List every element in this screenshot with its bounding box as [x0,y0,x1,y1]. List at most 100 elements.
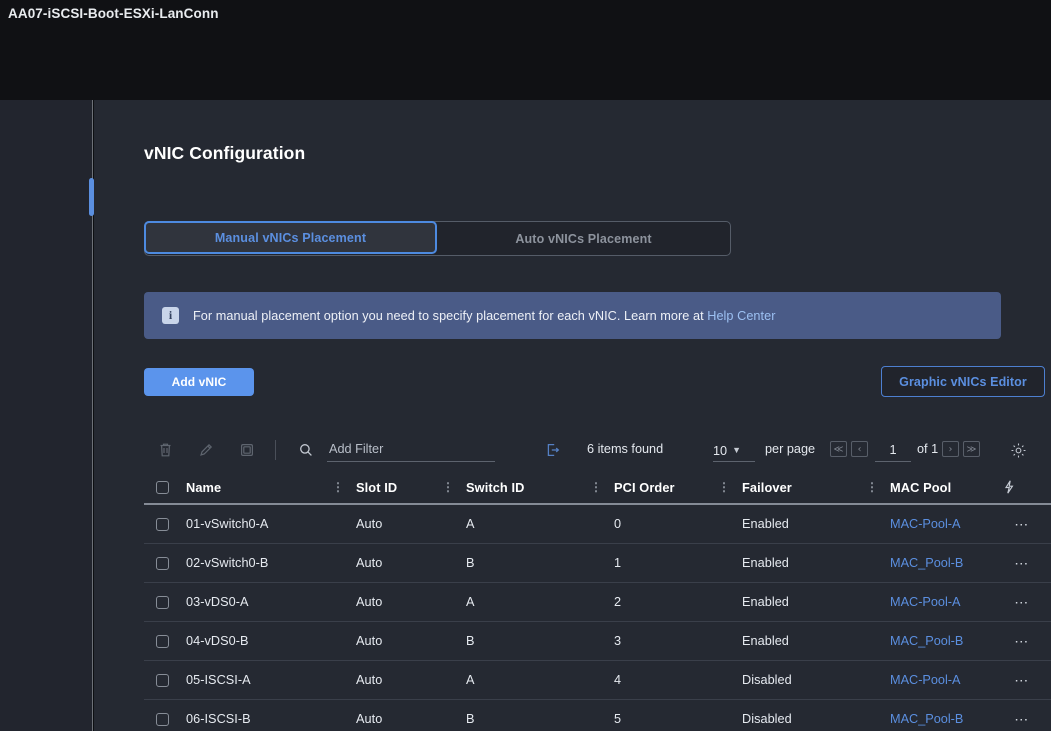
cell-mac-pool: MAC_Pool-B [890,554,1002,572]
mac-pool-link[interactable]: MAC-Pool-A [890,673,961,687]
cell-name: 06-ISCSI-B [186,712,251,726]
mac-pool-link[interactable]: MAC-Pool-A [890,517,961,531]
cell-switch-id: A [466,673,475,687]
info-banner-text: For manual placement option you need to … [193,309,775,323]
chevron-down-icon: ▼ [732,445,742,455]
row-checkbox[interactable] [156,595,169,609]
row-checkbox[interactable] [156,712,169,726]
total-pages-label: of 1 [917,442,939,456]
ellipsis-icon[interactable]: ⋯ [1014,673,1029,687]
cell-failover: Enabled [742,595,789,609]
search-icon[interactable] [293,437,319,463]
table-header-row: Name ⋮ Slot ID ⋮ Switch ID ⋮ PCI Order ⋮… [144,471,1051,505]
per-page-label: per page [765,442,816,456]
select-all-checkbox[interactable] [156,480,169,494]
ellipsis-icon[interactable]: ⋯ [1014,712,1029,726]
vnic-table: Name ⋮ Slot ID ⋮ Switch ID ⋮ PCI Order ⋮… [144,471,1051,731]
row-checkbox[interactable] [156,634,169,648]
filter-input[interactable] [327,439,495,462]
column-header-name[interactable]: Name ⋮ [186,480,356,495]
ellipsis-icon[interactable]: ⋯ [1014,634,1029,648]
trash-icon[interactable] [152,437,178,463]
row-checkbox[interactable] [156,673,169,687]
column-resize-handle[interactable]: ⋮ [866,481,878,493]
cell-slot-id: Auto [356,517,383,531]
column-header-failover[interactable]: Failover ⋮ [742,480,890,495]
graphic-vnics-editor-button[interactable]: Graphic vNICs Editor [881,366,1045,397]
column-header-slot-id[interactable]: Slot ID ⋮ [356,480,466,495]
first-page-button[interactable]: ≪ [830,441,847,457]
row-select-cell [144,556,186,570]
column-header-switch-id[interactable]: Switch ID ⋮ [466,480,614,495]
cell-slot-id: Auto [356,556,383,570]
cell-name: 05-ISCSI-A [186,673,251,687]
column-header-mac-pool[interactable]: MAC Pool [890,480,1002,495]
per-page-value: 10 [713,443,728,458]
add-vnic-button[interactable]: Add vNIC [144,368,254,396]
cell-mac-pool: MAC-Pool-A [890,593,1002,611]
column-header-pci-order[interactable]: PCI Order ⋮ [614,480,742,495]
mac-pool-link[interactable]: MAC_Pool-B [890,712,963,726]
last-page-button[interactable]: ≫ [963,441,980,457]
mac-pool-link[interactable]: MAC_Pool-B [890,634,963,648]
table-row[interactable]: 06-ISCSI-B Auto B 5 Disabled MAC_Pool-B ⋯ [144,700,1051,731]
table-row[interactable]: 01-vSwitch0-A Auto A 0 Enabled MAC-Pool-A ⋯ [144,505,1051,544]
column-header-mac-pool-label: MAC Pool [890,479,952,495]
column-resize-handle[interactable]: ⋮ [590,481,602,493]
info-banner-message: For manual placement option you need to … [193,308,708,323]
column-resize-handle[interactable]: ⋮ [718,481,730,493]
current-page-input[interactable]: 1 [875,440,911,462]
breadcrumb-title: AA07-iSCSI-Boot-ESXi-LanConn [8,6,219,21]
row-actions-cell: ⋯ [1002,673,1042,687]
next-page-button[interactable]: › [942,441,959,457]
help-center-link[interactable]: Help Center [707,309,775,323]
gear-icon[interactable] [1005,437,1031,463]
cell-failover: Enabled [742,556,789,570]
table-row[interactable]: 03-vDS0-A Auto A 2 Enabled MAC-Pool-A ⋯ [144,583,1051,622]
left-navigation-rail [0,100,94,731]
cell-switch-id: B [466,634,475,648]
previous-page-button[interactable]: ‹ [851,441,868,457]
info-banner: i For manual placement option you need t… [144,292,1001,339]
info-icon: i [162,307,179,324]
cell-slot-id: Auto [356,712,383,726]
lightning-bolt-icon[interactable] [1002,479,1042,495]
table-row[interactable]: 02-vSwitch0-B Auto B 1 Enabled MAC_Pool-B ⋯ [144,544,1051,583]
tab-auto-vnics-placement[interactable]: Auto vNICs Placement [437,222,730,255]
table-row[interactable]: 05-ISCSI-A Auto A 4 Disabled MAC-Pool-A ⋯ [144,661,1051,700]
cell-slot-id: Auto [356,634,383,648]
row-select-cell [144,673,186,687]
ellipsis-icon[interactable]: ⋯ [1014,556,1029,570]
cell-mac-pool: MAC-Pool-A [890,515,1002,533]
ellipsis-icon[interactable]: ⋯ [1014,517,1029,531]
cell-failover: Disabled [742,673,792,687]
clone-icon[interactable] [234,437,260,463]
cell-name: 03-vDS0-A [186,595,249,609]
ellipsis-icon[interactable]: ⋯ [1014,595,1029,609]
pencil-icon[interactable] [193,437,219,463]
cell-name: 02-vSwitch0-B [186,556,269,570]
row-select-cell [144,517,186,531]
cell-name: 01-vSwitch0-A [186,517,269,531]
row-select-cell [144,712,186,726]
cell-slot-id: Auto [356,673,383,687]
table-row[interactable]: 04-vDS0-B Auto B 3 Enabled MAC_Pool-B ⋯ [144,622,1051,661]
row-select-cell [144,634,186,648]
column-header-failover-label: Failover [742,479,792,495]
column-resize-handle[interactable]: ⋮ [332,481,344,493]
column-header-slot-id-label: Slot ID [356,479,398,495]
mac-pool-link[interactable]: MAC_Pool-B [890,556,963,570]
row-checkbox[interactable] [156,517,169,531]
cell-pci-order: 0 [614,517,622,531]
column-header-pci-order-label: PCI Order [614,479,675,495]
per-page-select[interactable]: 10 ▼ [713,440,755,462]
export-icon[interactable] [540,437,566,463]
tab-manual-vnics-placement[interactable]: Manual vNICs Placement [144,221,437,254]
row-actions-cell: ⋯ [1002,556,1042,570]
main-content-panel: vNIC Configuration Manual vNICs Placemen… [94,100,1051,731]
column-resize-handle[interactable]: ⋮ [442,481,454,493]
row-checkbox[interactable] [156,556,169,570]
mac-pool-link[interactable]: MAC-Pool-A [890,595,961,609]
cell-pci-order: 1 [614,556,622,570]
cell-failover: Enabled [742,517,789,531]
